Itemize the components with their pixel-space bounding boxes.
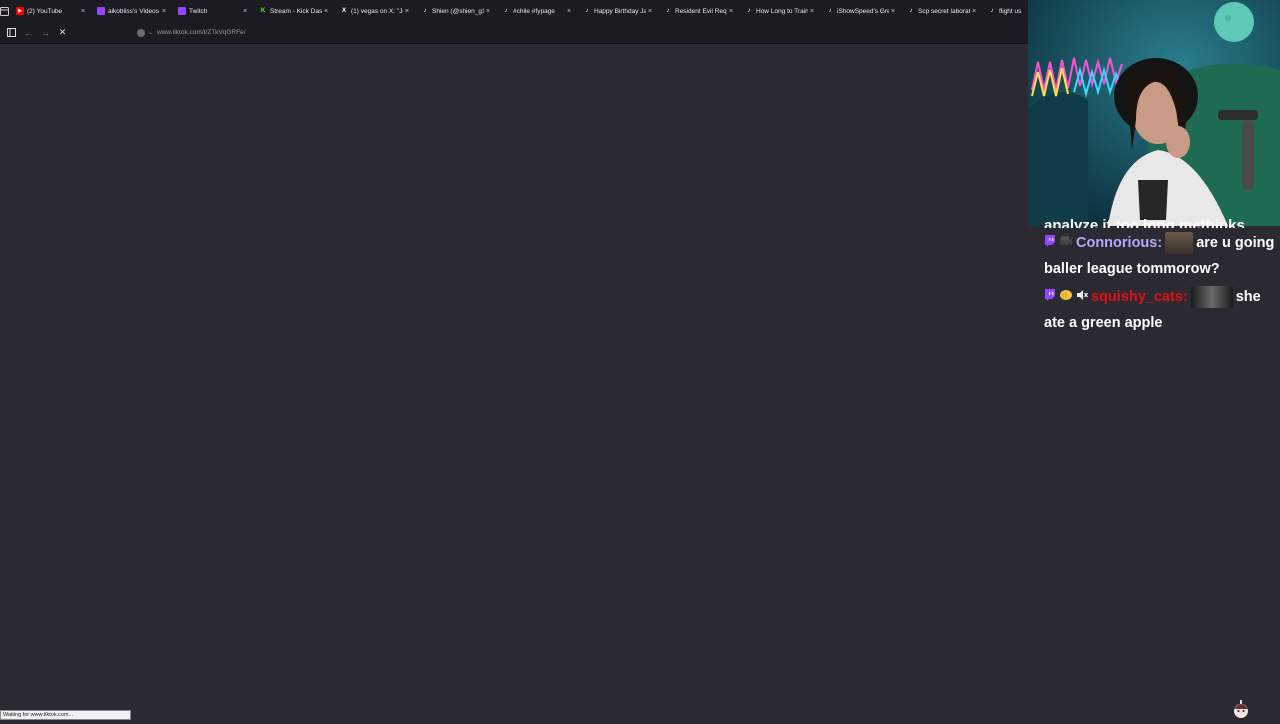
tab-title: Stream - Kick Dash (270, 7, 322, 15)
webcam-overlay (1028, 0, 1280, 226)
tab-6[interactable]: ♪ Shien (@shien_g1) × (414, 0, 495, 22)
tiktok-icon: ♪ (828, 8, 832, 14)
back-arrow-icon: ← (24, 27, 33, 38)
close-icon[interactable]: × (322, 8, 330, 15)
twitch-badge-icon (1044, 284, 1056, 310)
forward-arrow-icon: → (41, 27, 50, 38)
url-bar[interactable]: ⌄ www.tiktok.com/t/ZTkVqGRFe/ (134, 25, 1014, 40)
tab-title: Resident Evil Requi (675, 7, 727, 15)
corner-mascot-icon (1231, 699, 1251, 719)
tab-title: Scp secret laborato (918, 7, 970, 15)
tab-1[interactable]: ▶ (2) YouTube × (9, 0, 90, 22)
tab-7[interactable]: ♪ #chile #fypage × (495, 0, 576, 22)
close-icon[interactable]: × (808, 8, 816, 15)
tab-bar: ▶ (2) YouTube × aikobliss's Videos - × Twitch… (0, 0, 1030, 22)
tab-title: Shien (@shien_g1) (432, 7, 484, 15)
tab-title: Twitch (189, 7, 208, 15)
tab-title: (2) YouTube (27, 7, 63, 15)
camera-badge-icon (1059, 230, 1073, 256)
tiktok-icon: ♪ (747, 8, 751, 14)
status-bar: Waiting for www.tiktok.com... (0, 710, 131, 720)
tiktok-icon: ♪ (423, 8, 427, 14)
twitch-icon (178, 7, 186, 15)
tiktok-icon: ♪ (990, 8, 994, 14)
close-icon: ✕ (58, 27, 67, 37)
chat-overlay: analyze it too long methinks Connorious:… (1044, 214, 1280, 336)
tab-title: #chile #fypage (513, 7, 555, 15)
tab-11[interactable]: ♪ iShowSpeed's Grea × (819, 0, 900, 22)
tab-12[interactable]: ♪ Scp secret laborato × (900, 0, 981, 22)
close-icon[interactable]: × (565, 8, 573, 15)
close-icon[interactable]: × (970, 8, 978, 15)
site-info-icon[interactable] (137, 28, 145, 37)
x-icon: X (341, 8, 346, 14)
close-icon[interactable]: × (484, 8, 492, 15)
chat-username: squishy_cats: (1091, 289, 1188, 306)
url-text: www.tiktok.com/t/ZTkVqGRFe/ (157, 29, 246, 36)
kick-icon: K (260, 8, 266, 14)
tab-8[interactable]: ♪ Happy Birthday Jac × (576, 0, 657, 22)
emote-image (1190, 286, 1233, 309)
tab-title: aikobliss's Videos - (108, 7, 160, 15)
navigation-bar: ← → ✕ ⌄ www.tiktok.com/t/ZTkVqGRFe/ (0, 22, 1030, 44)
chat-message-text: are u going (1196, 235, 1275, 251)
close-icon[interactable]: × (403, 8, 411, 15)
tiktok-icon: ♪ (666, 8, 670, 14)
sidebar-toggle-icon[interactable] (3, 22, 20, 43)
youtube-icon: ▶ (16, 7, 24, 15)
back-button[interactable]: ← (20, 22, 37, 43)
tab-3[interactable]: Twitch × (171, 0, 252, 22)
status-text: Waiting for www.tiktok.com... (3, 712, 74, 718)
fist-badge-icon (1059, 284, 1073, 310)
tab-5[interactable]: X (1) vegas on X: "Jo × (333, 0, 414, 22)
chat-message-text: she (1235, 289, 1261, 306)
tab-2[interactable]: aikobliss's Videos - × (90, 0, 171, 22)
chat-message-text: baller league tommorow? (1044, 261, 1220, 278)
stop-loading-button[interactable]: ✕ (54, 22, 71, 43)
webcam-picture (1028, 0, 1280, 226)
twitch-icon (97, 7, 105, 15)
close-icon[interactable]: × (160, 8, 168, 15)
close-icon[interactable]: × (241, 8, 249, 15)
close-icon[interactable]: × (727, 8, 735, 15)
tab-title: How Long to Train (756, 7, 808, 15)
tab-title: iShowSpeed's Grea (837, 7, 889, 15)
tiktok-icon: ♪ (504, 8, 508, 14)
forward-button[interactable]: → (37, 22, 54, 43)
tab-9[interactable]: ♪ Resident Evil Requi × (657, 0, 738, 22)
tab-strip: ▶ (2) YouTube × aikobliss's Videos - × Twitch… (9, 0, 1062, 22)
close-icon[interactable]: × (79, 8, 87, 15)
chat-partial-message: analyze it too long methinks (1044, 217, 1245, 228)
page-content (0, 44, 1028, 710)
close-icon[interactable]: × (889, 8, 897, 15)
tab-title: (1) vegas on X: "Jo (351, 7, 403, 15)
muted-speaker-icon (1076, 284, 1088, 310)
chat-message: squishy_cats: she ate a green apple (1044, 284, 1280, 336)
tab-10[interactable]: ♪ How Long to Train × (738, 0, 819, 22)
tiktok-icon: ♪ (909, 8, 913, 14)
tab-list-icon[interactable] (0, 0, 9, 22)
twitch-badge-icon (1044, 230, 1056, 256)
chat-message: Connorious: are u going baller league tom… (1044, 230, 1280, 282)
chat-message-text: ate a green apple (1044, 315, 1163, 332)
emote-image (1165, 232, 1194, 255)
chat-username: Connorious: (1076, 235, 1163, 251)
close-icon[interactable]: × (646, 8, 654, 15)
tab-title: Happy Birthday Jac (594, 7, 646, 15)
chevron-down-icon[interactable]: ⌄ (148, 29, 153, 36)
tab-4[interactable]: K Stream - Kick Dash × (252, 0, 333, 22)
tiktok-icon: ♪ (585, 8, 589, 14)
